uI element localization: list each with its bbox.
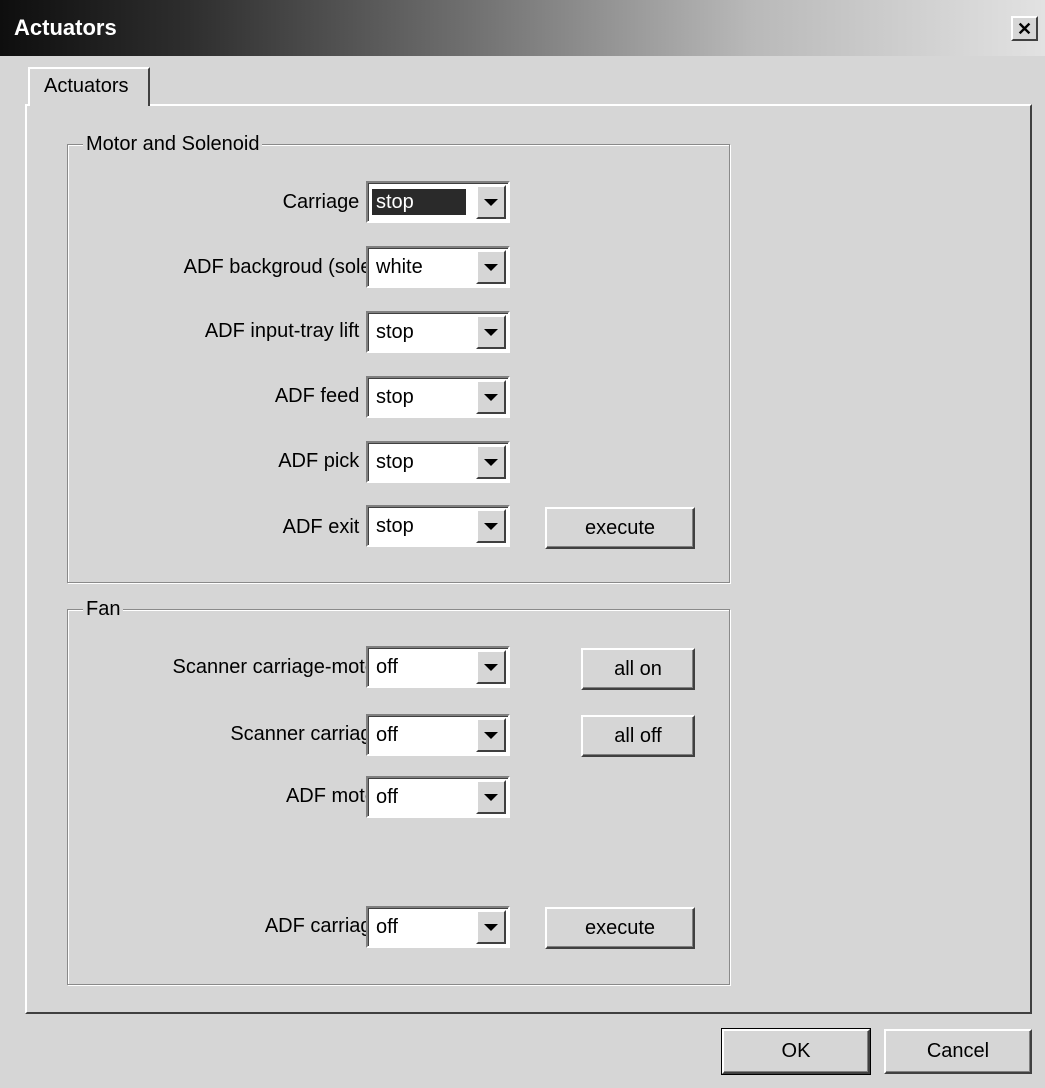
dropdown-button[interactable] <box>476 910 506 944</box>
scanner-carriage-motor-fan-select[interactable]: off <box>366 646 510 688</box>
adf-pick-motor-label: ADF pick motor <box>278 450 416 472</box>
combo-value: stop <box>376 321 414 343</box>
combo-value: stop <box>376 451 414 473</box>
chevron-down-icon <box>484 663 498 671</box>
dropdown-button[interactable] <box>476 509 506 543</box>
adf-motor-fan-label: ADF motor fan <box>285 785 416 807</box>
chevron-down-icon <box>484 328 498 336</box>
combo-value: off <box>376 656 398 678</box>
chevron-down-icon <box>484 793 498 801</box>
chevron-down-icon <box>484 393 498 401</box>
adf-input-tray-lift-label: ADF input-tray lift motor <box>204 320 416 342</box>
group-legend: Fan <box>83 598 124 621</box>
adf-background-label: ADF backgroud (solenoid) <box>183 256 416 278</box>
chevron-down-icon <box>484 923 498 931</box>
chevron-down-icon <box>484 522 498 530</box>
adf-pick-motor-select[interactable]: stop <box>366 441 510 483</box>
dropdown-button[interactable] <box>476 380 506 414</box>
close-button[interactable]: ✕ <box>1011 16 1038 41</box>
chevron-down-icon <box>484 731 498 739</box>
adf-input-tray-lift-select[interactable]: stop <box>366 311 510 353</box>
dropdown-button[interactable] <box>476 718 506 752</box>
adf-carriage-fan-select[interactable]: off <box>366 906 510 948</box>
tab-actuators[interactable]: Actuators <box>28 67 150 106</box>
tab-page: Motor and Solenoid Carriage motor stop A… <box>25 104 1032 1014</box>
fan-group: Fan Scanner carriage-motor fan off all o… <box>67 598 730 985</box>
button-label: all on <box>614 657 662 680</box>
dropdown-button[interactable] <box>476 650 506 684</box>
window-title: Actuators <box>14 15 117 40</box>
combo-value: off <box>376 916 398 938</box>
motor-execute-button[interactable]: execute <box>545 507 695 549</box>
adf-carriage-fan-label: ADF carriage fan <box>264 915 416 937</box>
adf-feed-motor-label: ADF feed motor <box>274 385 416 407</box>
dropdown-button[interactable] <box>476 445 506 479</box>
group-legend: Motor and Solenoid <box>83 133 263 156</box>
close-icon: ✕ <box>1016 18 1033 39</box>
cancel-button[interactable]: Cancel <box>884 1029 1032 1074</box>
adf-exit-motor-label: ADF exit motor <box>282 516 416 538</box>
button-label: OK <box>781 1040 811 1062</box>
button-label: all off <box>614 724 662 747</box>
dropdown-button[interactable] <box>476 315 506 349</box>
adf-motor-fan-select[interactable]: off <box>366 776 510 818</box>
fan-execute-button[interactable]: execute <box>545 907 695 949</box>
adf-exit-motor-select[interactable]: stop <box>366 505 510 547</box>
dropdown-button[interactable] <box>476 250 506 284</box>
scanner-carriage-fan-select[interactable]: off <box>366 714 510 756</box>
chevron-down-icon <box>484 263 498 271</box>
ok-button[interactable]: OK <box>721 1028 871 1075</box>
adf-background-select[interactable]: white <box>366 246 510 288</box>
carriage-motor-label: Carriage motor <box>282 191 416 213</box>
scanner-carriage-fan-label: Scanner carriage fan <box>230 723 416 745</box>
tab-label: Actuators <box>44 75 129 97</box>
carriage-motor-select[interactable]: stop <box>366 181 510 223</box>
combo-value: stop <box>376 515 414 537</box>
adf-feed-motor-select[interactable]: stop <box>366 376 510 418</box>
dropdown-button[interactable] <box>476 780 506 814</box>
dropdown-button[interactable] <box>476 185 506 219</box>
all-off-button[interactable]: all off <box>581 715 695 757</box>
combo-value: off <box>376 724 398 746</box>
all-on-button[interactable]: all on <box>581 648 695 690</box>
combo-value: stop <box>376 386 414 408</box>
chevron-down-icon <box>484 458 498 466</box>
motor-solenoid-group: Motor and Solenoid Carriage motor stop A… <box>67 133 730 583</box>
button-label: execute <box>584 916 656 939</box>
combo-value: stop <box>372 189 466 215</box>
combo-value: off <box>376 786 398 808</box>
combo-value: white <box>376 256 423 278</box>
chevron-down-icon <box>484 198 498 206</box>
title-bar <box>0 0 1045 56</box>
button-label: Cancel <box>926 1040 990 1062</box>
scanner-carriage-motor-fan-label: Scanner carriage-motor fan <box>172 656 416 678</box>
button-label: execute <box>584 516 656 539</box>
